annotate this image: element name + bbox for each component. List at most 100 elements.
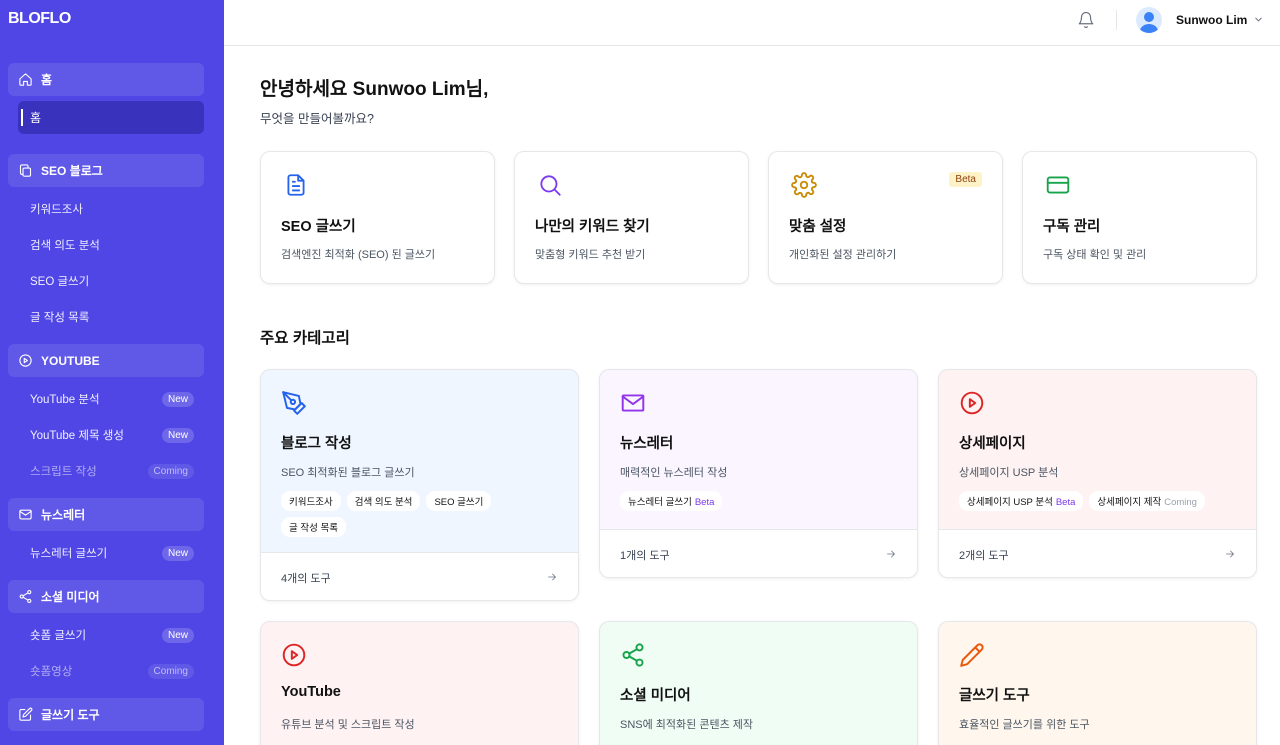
copy-icon: [19, 164, 32, 177]
category-card-writing-tools[interactable]: 글쓰기 도구 효율적인 글쓰기를 위한 도구: [938, 621, 1257, 745]
arrow-right-icon: [887, 550, 895, 558]
card-title: 글쓰기 도구: [959, 688, 1030, 704]
sidebar-item-label: YouTube 분석: [30, 394, 100, 406]
credit-card-icon: [1046, 176, 1070, 194]
sidebar-item-shortform-writing[interactable]: 숏폼 글쓰기 New: [30, 625, 194, 645]
beta-badge: Beta: [949, 172, 982, 187]
chevron-down-icon[interactable]: [1253, 14, 1264, 25]
tag-status: Beta: [694, 497, 715, 508]
sidebar-section-seo[interactable]: SEO 블로그: [8, 154, 204, 187]
tag-status: Coming: [1164, 497, 1197, 508]
card-footer[interactable]: 1개의 도구: [600, 529, 917, 577]
document-icon: [287, 174, 305, 196]
quick-card-keyword-finder[interactable]: 나만의 키워드 찾기 맞춤형 키워드 추천 받기: [514, 151, 749, 284]
card-title: 맞춤 설정: [789, 219, 847, 235]
coming-badge: Coming: [147, 463, 194, 479]
tag-label: 상세페이지 USP 분석: [967, 497, 1053, 508]
card-description: 맞춤형 키워드 추천 받기: [535, 249, 646, 261]
quick-card-custom-settings[interactable]: Beta 맞춤 설정 개인화된 설정 관리하기: [768, 151, 1003, 284]
play-circle-icon: [960, 391, 984, 415]
tag[interactable]: 글 작성 목록: [281, 517, 346, 537]
card-description: 유튜브 분석 및 스크립트 작성: [281, 719, 415, 731]
mail-icon: [621, 394, 645, 412]
card-footer[interactable]: 2개의 도구: [939, 529, 1256, 577]
sidebar-item-seo-writing[interactable]: SEO 글쓰기: [30, 271, 194, 291]
tool-count: 1개의 도구: [620, 550, 670, 562]
sidebar-section-label: SEO 블로그: [41, 164, 103, 178]
card-description: 검색엔진 최적화 (SEO) 된 글쓰기: [281, 249, 436, 261]
card-footer[interactable]: 4개의 도구: [261, 552, 578, 600]
avatar[interactable]: [1136, 7, 1162, 33]
tag-label: 키워드조사: [289, 497, 333, 508]
sidebar-item-label: 글 작성 목록: [30, 312, 90, 324]
sidebar-section-newsletter[interactable]: 뉴스레터: [8, 498, 204, 531]
tag[interactable]: SEO 글쓰기: [426, 491, 492, 511]
new-badge: New: [161, 427, 194, 443]
category-card-social[interactable]: 소셜 미디어 SNS에 최적화된 콘텐츠 제작: [599, 621, 918, 745]
quick-card-seo-writing[interactable]: SEO 글쓰기 검색엔진 최적화 (SEO) 된 글쓰기: [260, 151, 495, 284]
sidebar-section-label: 뉴스레터: [41, 508, 86, 522]
sidebar-item-post-list[interactable]: 글 작성 목록: [30, 307, 194, 327]
tag[interactable]: 검색 의도 분석: [346, 491, 421, 511]
sidebar-section-label: YOUTUBE: [41, 353, 100, 368]
sidebar-item-keyword[interactable]: 키워드조사: [30, 199, 194, 219]
tag-label: 뉴스레터 글쓰기: [628, 497, 692, 508]
mail-icon: [19, 509, 32, 520]
sidebar-item-label: SEO 글쓰기: [30, 276, 90, 288]
sidebar-item-shortform-video: 숏폼영상 Coming: [30, 661, 194, 681]
sidebar-item-newsletter-writing[interactable]: 뉴스레터 글쓰기 New: [30, 543, 194, 563]
category-card-youtube[interactable]: YouTube 유튜브 분석 및 스크립트 작성: [260, 621, 579, 745]
sidebar-item-youtube-title[interactable]: YouTube 제목 생성 New: [30, 425, 194, 445]
sidebar-item-label: 검색 의도 분석: [30, 240, 100, 252]
page-title: 안녕하세요 Sunwoo Lim님,: [260, 79, 489, 100]
sidebar-section-social[interactable]: 소셜 미디어: [8, 580, 204, 613]
arrow-right-icon: [548, 573, 556, 581]
category-card-newsletter[interactable]: 뉴스레터 매력적인 뉴스레터 작성 뉴스레터 글쓰기 Beta 1개의 도구: [599, 369, 918, 578]
tag[interactable]: 키워드조사: [281, 491, 341, 511]
bell-icon[interactable]: [1077, 11, 1095, 29]
card-description: 상세페이지 USP 분석: [959, 467, 1059, 479]
tag-list: 상세페이지 USP 분석 Beta 상세페이지 제작 Coming: [959, 491, 1249, 511]
user-name[interactable]: Sunwoo Lim: [1176, 13, 1247, 27]
sidebar-section-home[interactable]: 홈: [8, 63, 204, 96]
app-logo[interactable]: BLOFLO: [8, 10, 71, 28]
sidebar-item-youtube-analysis[interactable]: YouTube 분석 New: [30, 389, 194, 409]
card-description: 효율적인 글쓰기를 위한 도구: [959, 719, 1090, 731]
sidebar: BLOFLO 홈 홈 SEO 블로그 키워드조사 검색 의도 분석 SEO 글쓰…: [0, 0, 224, 745]
card-description: 개인화된 설정 관리하기: [789, 249, 897, 261]
tag[interactable]: 상세페이지 제작 Coming: [1089, 491, 1205, 511]
sidebar-item-script: 스크립트 작성 Coming: [30, 461, 194, 481]
sidebar-section-label: 글쓰기 도구: [41, 708, 100, 722]
tag-label: 상세페이지 제작: [1097, 497, 1162, 508]
sidebar-item-intent[interactable]: 검색 의도 분석: [30, 235, 194, 255]
category-card-blog[interactable]: 블로그 작성 SEO 최적화된 블로그 글쓰기 키워드조사 검색 의도 분석 S…: [260, 369, 579, 601]
sidebar-item-label: YouTube 제목 생성: [30, 430, 124, 442]
sidebar-item-label: 홈: [30, 111, 42, 125]
share-icon: [19, 590, 32, 603]
card-description: 매력적인 뉴스레터 작성: [620, 467, 728, 479]
tag[interactable]: 상세페이지 USP 분석 Beta: [959, 491, 1084, 511]
category-card-detail-page[interactable]: 상세페이지 상세페이지 USP 분석 상세페이지 USP 분석 Beta 상세페이…: [938, 369, 1257, 578]
sidebar-item-label: 숏폼영상: [30, 666, 73, 678]
new-badge: New: [161, 391, 194, 407]
tool-count: 4개의 도구: [281, 573, 331, 585]
sidebar-item-home[interactable]: 홈: [18, 101, 204, 134]
quick-card-subscription[interactable]: 구독 관리 구독 상태 확인 및 관리: [1022, 151, 1257, 284]
tag-list: 뉴스레터 글쓰기 Beta: [620, 491, 890, 511]
pen-tool-icon: [282, 391, 306, 415]
top-bar: Sunwoo Lim: [224, 0, 1280, 46]
sidebar-section-youtube[interactable]: YOUTUBE: [8, 344, 204, 377]
gear-icon: [791, 172, 817, 198]
arrow-right-icon: [1226, 550, 1234, 558]
sidebar-item-label: 숏폼 글쓰기: [30, 630, 87, 642]
card-title: 블로그 작성: [281, 436, 352, 452]
home-icon: [19, 73, 32, 86]
tag-status: Beta: [1055, 497, 1076, 508]
edit-icon: [19, 707, 33, 721]
sidebar-section-writing-tools[interactable]: 글쓰기 도구: [8, 698, 204, 731]
card-title: 구독 관리: [1043, 219, 1101, 235]
page-subtitle: 무엇을 만들어볼까요?: [260, 112, 374, 126]
card-title: 소셜 미디어: [620, 688, 691, 704]
tag[interactable]: 뉴스레터 글쓰기 Beta: [620, 491, 723, 511]
tag-label: 글 작성 목록: [289, 523, 338, 534]
